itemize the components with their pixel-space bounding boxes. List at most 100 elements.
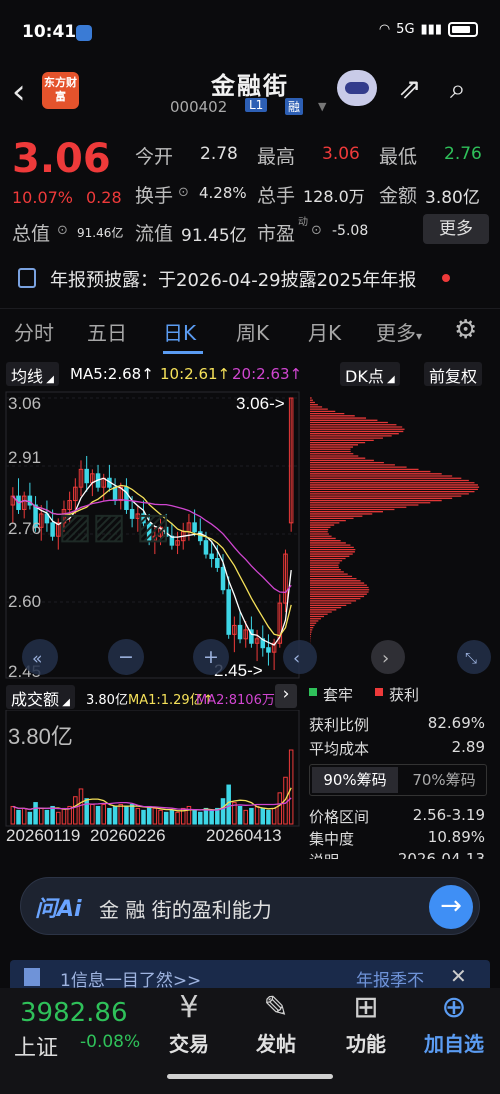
zoom-in-button[interactable]: + [193, 639, 229, 675]
index-change: -0.08% [80, 1032, 141, 1052]
volume-bar [175, 811, 180, 825]
ma5-label: MA5:2.68↑ [70, 365, 154, 383]
profit-legend: 获利 [389, 686, 420, 704]
chip-tab-70[interactable]: 70%筹码 [402, 767, 486, 793]
chevron-left-icon: ‹ [293, 648, 300, 669]
prev-button[interactable]: ‹ [283, 640, 317, 674]
chevron-down-icon[interactable]: ▼ [318, 100, 326, 113]
volume-axis-label: 3.80亿 [8, 724, 73, 749]
report-notice[interactable]: 年报预披露：于2026-04-29披露2025年年报 [0, 258, 500, 298]
info-icon[interactable]: ⊙ [57, 223, 68, 238]
close-icon[interactable]: ✕ [450, 964, 467, 988]
scroll-left-button[interactable]: « [22, 639, 58, 675]
candle-body [220, 566, 226, 591]
volume-indicator-selector[interactable]: 成交额 ◢ [6, 685, 75, 709]
volume-bar [78, 788, 84, 825]
stock-header: ‹ 东方财富 金融街 000402 L1 融 ▼ ⇗ ⌕ [0, 62, 500, 126]
plus-icon: + [203, 646, 219, 668]
volume-bar [203, 807, 209, 825]
high-label: 最高 [257, 146, 296, 168]
volume-bar [209, 809, 214, 825]
minus-icon: − [118, 646, 134, 668]
volume-bar [237, 805, 243, 825]
volume-bar [158, 809, 163, 825]
chevron-down-icon: ▾ [416, 329, 423, 343]
chevron-right-icon: › [382, 648, 389, 669]
search-icon[interactable]: ⌕ [450, 72, 466, 106]
avg-cost: 2.89 [451, 738, 485, 756]
margin-tag: 融 [285, 98, 304, 115]
dk-point-button[interactable]: DK点 ◢ [340, 362, 400, 386]
info-icon[interactable]: ⊙ [178, 185, 189, 200]
trade-icon: ¥ [179, 990, 199, 1025]
trapped-legend: 套牢 [323, 686, 354, 704]
volume-bar [61, 807, 67, 825]
dk-point-label: DK点 [345, 367, 384, 386]
turnover-value: 4.28% [199, 184, 247, 202]
open-value: 2.78 [200, 144, 238, 164]
candle-body [192, 522, 197, 533]
volume-value: 128.0万 [303, 187, 365, 206]
volume-chart[interactable]: 3.80亿 20260119 20260226 20260413 [0, 710, 300, 855]
price-range: 2.56-3.19 [412, 806, 485, 824]
gear-icon[interactable]: ⚙ [454, 315, 477, 345]
l1-tag: L1 [245, 98, 268, 112]
watermark: ▨▨ ▨ [58, 505, 170, 546]
x-tick: 20260119 [6, 826, 80, 845]
pe-value: -5.08 [332, 223, 369, 239]
share-icon[interactable]: ⇗ [398, 72, 421, 105]
index-name[interactable]: 上证 [14, 1030, 58, 1062]
stock-code: 000402 [170, 98, 228, 116]
amount-value: 3.80亿 [425, 188, 480, 208]
candle-body [266, 647, 271, 653]
tab-more[interactable]: 更多▾ [376, 317, 422, 346]
nav-trade[interactable]: ¥ 交易 [149, 990, 229, 1057]
zoom-out-button[interactable]: − [108, 639, 144, 675]
total-value: 91.46亿 [77, 226, 124, 240]
ai-robot-icon[interactable] [337, 70, 377, 106]
app-notification-icon [76, 25, 92, 41]
post-icon: ✎ [263, 990, 289, 1025]
volume-bar [33, 802, 38, 825]
index-value[interactable]: 3982.86 [20, 998, 128, 1028]
float-value: 91.45亿 [181, 226, 247, 246]
tab-monthly-k[interactable]: 月K [308, 317, 341, 346]
candle-body [215, 558, 220, 568]
megaphone-icon [24, 968, 40, 986]
chevron-right-icon[interactable]: › [275, 684, 297, 708]
y-tick: 2.91 [8, 448, 41, 467]
candle-body [27, 495, 33, 506]
volume-bar [220, 798, 226, 825]
nav-add-watchlist[interactable]: ⊕ 加自选 [414, 990, 494, 1057]
kline-chart[interactable]: ▨▨ ▨ 3.06 2.91 2.76 2.60 2.45 3.06-> 2.4… [0, 388, 500, 680]
next-button[interactable]: › [371, 640, 405, 674]
volume-bar [249, 807, 254, 825]
chip-tab-90[interactable]: 90%筹码 [312, 767, 398, 793]
battery-icon [448, 22, 478, 37]
tab-intraday[interactable]: 分时 [14, 317, 54, 346]
tab-weekly-k[interactable]: 周K [236, 317, 269, 346]
volume-bar [141, 809, 146, 825]
candle-body [112, 486, 118, 502]
volume-bar [107, 807, 112, 825]
info-icon[interactable]: ⊙ [311, 223, 322, 238]
send-arrow-icon[interactable]: → [429, 885, 473, 929]
volume-bar [38, 807, 44, 825]
ai-logo: 问Ai [35, 897, 82, 922]
volume-header: 成交额 ◢ 3.80亿 MA1:1.29亿↑ MA2:8106万↑ › [0, 684, 300, 710]
unread-dot [442, 274, 450, 282]
volume-bar [226, 784, 231, 825]
tab-daily-k[interactable]: 日K [163, 317, 196, 346]
pe-label: 市盈 [257, 223, 296, 245]
volume-bar [152, 807, 158, 825]
more-quote-button[interactable]: 更多 [423, 214, 489, 244]
profit-ratio-label: 获利比例 [309, 716, 370, 734]
nav-function[interactable]: ⊞ 功能 [326, 990, 406, 1057]
adjust-button[interactable]: 前复权 [424, 362, 483, 386]
candle-body [226, 589, 231, 635]
nav-post[interactable]: ✎ 发帖 [236, 990, 316, 1057]
ai-ask-bar[interactable]: 问Ai 金 融 街的盈利能力 → [20, 877, 480, 935]
ma-selector[interactable]: 均线 ◢ [6, 362, 59, 386]
tab-5day[interactable]: 五日 [87, 317, 127, 346]
fullscreen-button[interactable]: ⤡ [457, 640, 491, 674]
